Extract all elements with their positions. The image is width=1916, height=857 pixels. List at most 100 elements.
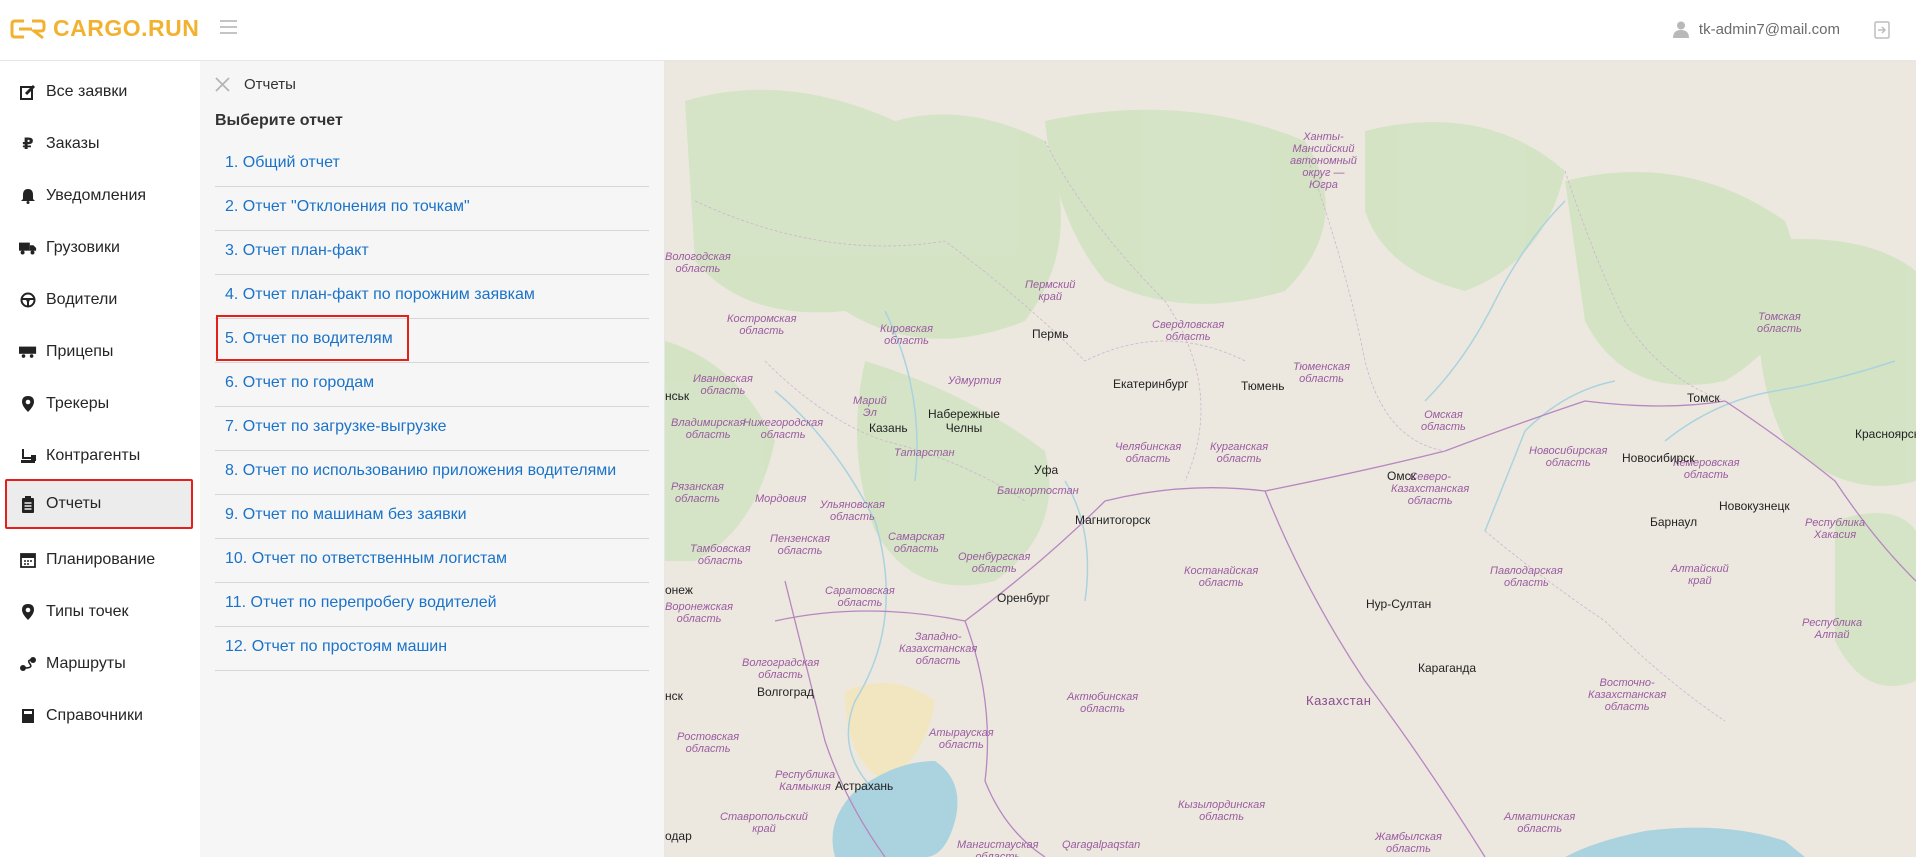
- sidebar-item-label: Трекеры: [46, 395, 110, 412]
- region-label: Челябинская область: [1115, 441, 1182, 465]
- region-label: Костромская область: [727, 313, 797, 337]
- city-label: Омск: [1387, 469, 1416, 483]
- sidebar-item-label: Справочники: [46, 707, 143, 724]
- list-item: 1. Общий отчет: [215, 143, 649, 187]
- sidebar-item-label: Планирование: [46, 551, 156, 568]
- user-icon: [1672, 21, 1689, 38]
- panel-header: Отчеты: [215, 76, 296, 93]
- report-link[interactable]: 1. Общий отчет: [225, 154, 340, 172]
- region-label: Свердловская область: [1152, 319, 1225, 343]
- city-label: Нур-Султан: [1366, 597, 1432, 611]
- region-label: Алматинская область: [1504, 811, 1576, 835]
- city-label: Новосибирск: [1622, 451, 1695, 465]
- reports-list: 1. Общий отчет 2. Отчет "Отклонения по т…: [215, 143, 649, 671]
- region-label: Омская область: [1421, 409, 1466, 433]
- region-label: Саратовская область: [825, 585, 895, 609]
- list-item: 2. Отчет "Отклонения по точкам": [215, 187, 649, 231]
- region-label: Томская область: [1757, 311, 1802, 335]
- report-link-drivers[interactable]: 5. Отчет по водителям: [225, 330, 393, 348]
- sidebar-item-label: Типы точек: [46, 603, 129, 620]
- region-label: Удмуртия: [948, 375, 1002, 387]
- close-icon[interactable]: [215, 77, 230, 92]
- sidebar-item-trailers[interactable]: Прицепы: [5, 327, 193, 377]
- report-link[interactable]: 9. Отчет по машинам без заявки: [225, 506, 467, 524]
- report-link[interactable]: 10. Отчет по ответственным логистам: [225, 550, 507, 568]
- list-item: 7. Отчет по загрузке-выгрузке: [215, 407, 649, 451]
- region-label: Республика Хакасия: [1805, 517, 1866, 541]
- sidebar-item-label: Контрагенты: [46, 447, 141, 464]
- sidebar-item-trackers[interactable]: Трекеры: [5, 379, 193, 429]
- user-email: tk-admin7@mail.com: [1698, 20, 1840, 38]
- menu-toggle-icon[interactable]: [220, 20, 237, 36]
- region-label: Владимирская область: [671, 417, 746, 441]
- sidebar-item-notifications[interactable]: Уведомления: [5, 171, 193, 221]
- report-link[interactable]: 3. Отчет план-факт: [225, 242, 369, 260]
- app-logo[interactable]: CARGO.RUN: [10, 15, 199, 42]
- sidebar-item-point-types[interactable]: Типы точек: [5, 587, 193, 637]
- region-label: Костанайская область: [1184, 565, 1259, 589]
- region-label: Ульяновская область: [820, 499, 885, 523]
- logo-text: CARGO.RUN: [53, 15, 200, 41]
- city-label: нськ: [665, 389, 690, 403]
- region-label: Пензенская область: [770, 533, 830, 557]
- sidebar-item-label: Все заявки: [46, 83, 128, 100]
- list-item: 3. Отчет план-факт: [215, 231, 649, 275]
- list-item: 4. Отчет план-факт по порожним заявкам: [215, 275, 649, 319]
- region-label: Самарская область: [888, 531, 945, 555]
- city-label: Томск: [1687, 391, 1720, 405]
- reports-panel: Отчеты Выберите отчет 1. Общий отчет 2. …: [200, 61, 665, 857]
- map-marker-icon: [19, 395, 37, 413]
- city-label: Набережные Челны: [928, 407, 1000, 435]
- edit-icon: [19, 83, 37, 101]
- country-label: Казахстан: [1306, 693, 1372, 708]
- report-link[interactable]: 2. Отчет "Отклонения по точкам": [225, 198, 470, 216]
- sidebar-item-label: Грузовики: [46, 239, 120, 256]
- sidebar-item-label: Отчеты: [46, 495, 102, 512]
- sidebar-item-orders[interactable]: ₽ Заказы: [5, 119, 193, 169]
- sidebar-item-drivers[interactable]: Водители: [5, 275, 193, 325]
- cargo-logo-icon: [10, 19, 46, 39]
- city-label: Екатеринбург: [1113, 377, 1189, 391]
- report-link[interactable]: 4. Отчет план-факт по порожним заявкам: [225, 286, 535, 304]
- sidebar-item-label: Маршруты: [46, 655, 126, 672]
- sidebar-item-routes[interactable]: Маршруты: [5, 639, 193, 689]
- city-label: Астрахань: [835, 779, 894, 793]
- list-item: 11. Отчет по перепробегу водителей: [215, 583, 649, 627]
- city-label: Оренбург: [997, 591, 1050, 605]
- user-menu[interactable]: tk-admin7@mail.com: [1672, 20, 1840, 38]
- region-label: Нижегородская область: [743, 417, 824, 441]
- sidebar-item-planning[interactable]: Планирование: [5, 535, 193, 585]
- sidebar-item-counterparties[interactable]: Контрагенты: [5, 431, 193, 481]
- panel-title: Отчеты: [244, 76, 296, 93]
- region-label: Алтайский край: [1671, 563, 1729, 587]
- region-label: Ханты- Мансийский автономный округ — Югр…: [1290, 131, 1357, 191]
- region-label: Атырауская область: [929, 727, 994, 751]
- calendar-icon: [19, 551, 37, 569]
- report-link[interactable]: 8. Отчет по использованию приложения вод…: [225, 462, 616, 480]
- logout-icon[interactable]: [1872, 20, 1892, 40]
- sidebar-item-reports[interactable]: Отчеты: [5, 479, 193, 529]
- route-icon: [19, 655, 37, 673]
- report-link[interactable]: 12. Отчет по простоям машин: [225, 638, 447, 656]
- region-label: Мангистауская область: [957, 839, 1039, 857]
- region-label: Марий Эл: [853, 395, 887, 419]
- sidebar-item-trucks[interactable]: Грузовики: [5, 223, 193, 273]
- list-item: 5. Отчет по водителям: [215, 319, 649, 363]
- sidebar-item-directories[interactable]: Справочники: [5, 691, 193, 741]
- report-link[interactable]: 6. Отчет по городам: [225, 374, 374, 392]
- region-label: Волгоградская область: [742, 657, 820, 681]
- sidebar-item-all-requests[interactable]: Все заявки: [5, 67, 193, 117]
- map-view[interactable]: Ханты- Мансийский автономный округ — Югр…: [665, 61, 1916, 857]
- city-label: Казань: [869, 421, 908, 435]
- list-item: 9. Отчет по машинам без заявки: [215, 495, 649, 539]
- ruble-icon: ₽: [22, 136, 34, 153]
- region-label: Вологодская область: [665, 251, 731, 275]
- list-item: 8. Отчет по использованию приложения вод…: [215, 451, 649, 495]
- city-label: одар: [665, 829, 692, 843]
- region-label: Ставропольский край: [720, 811, 808, 835]
- city-label: нск: [665, 689, 683, 703]
- list-item: 10. Отчет по ответственным логистам: [215, 539, 649, 583]
- list-item: 12. Отчет по простоям машин: [215, 627, 649, 671]
- report-link[interactable]: 11. Отчет по перепробегу водителей: [225, 594, 497, 612]
- report-link[interactable]: 7. Отчет по загрузке-выгрузке: [225, 418, 447, 436]
